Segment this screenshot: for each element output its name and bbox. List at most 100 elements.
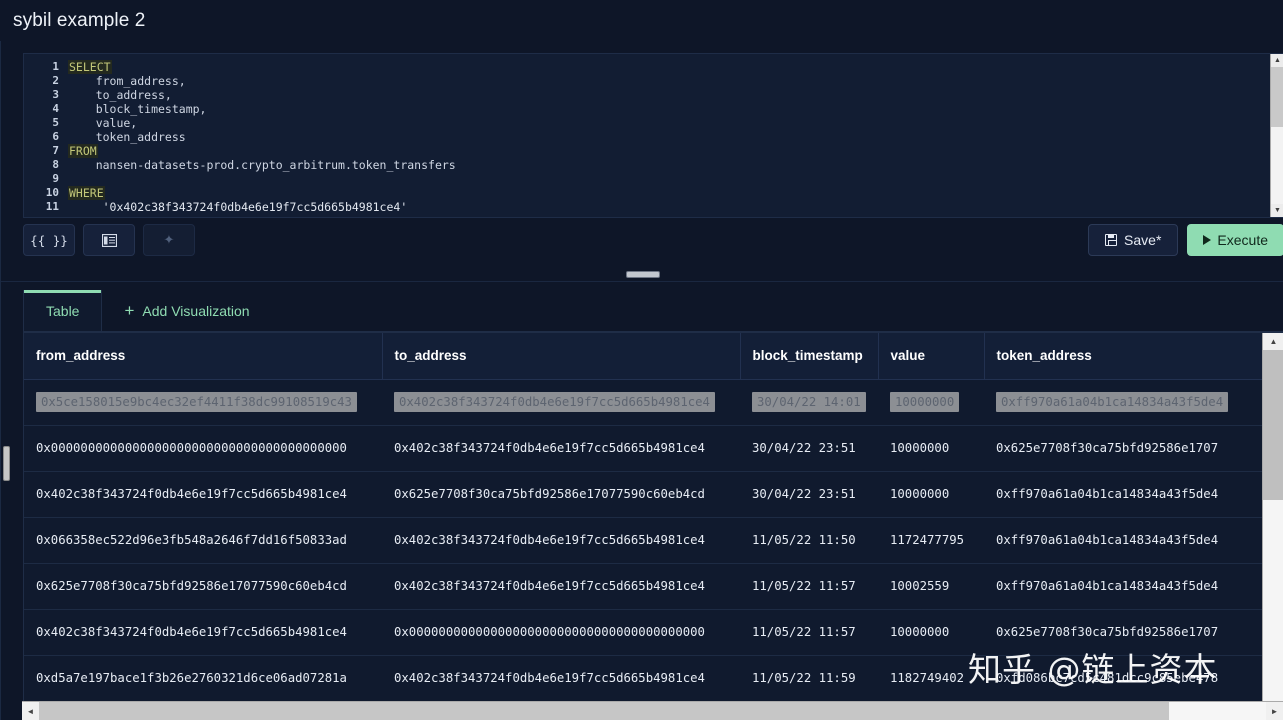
code-line: 2 from_address, [24,74,1283,88]
code-text: value, [68,116,137,130]
results-panel: Table + Add Visualization from_address t… [23,290,1283,720]
editor-scroll-down-arrow[interactable]: ▼ [1271,204,1283,217]
cell-value: 10000000 [878,425,984,471]
table-row[interactable]: 0x625e7708f30ca75bfd92586e17077590c60eb4… [24,563,1264,609]
filter-cell-token-address[interactable]: 0xff970a61a04b1ca14834a43f5de4 [984,379,1264,425]
sql-text: block_timestamp, [68,102,206,116]
panel-resizer[interactable] [1,268,1283,282]
filter-input[interactable]: 0x402c38f343724f0db4e6e19f7cc5d665b4981c… [394,392,715,412]
cell-from-address: 0x00000000000000000000000000000000000000… [24,425,382,471]
results-table-container[interactable]: from_address to_address block_timestamp … [23,332,1283,720]
sql-text: from_address, [68,74,186,88]
sql-keyword: FROM [68,144,98,158]
hscroll-right-arrow[interactable]: ► [1266,702,1283,720]
editor-toolbar: {{ }} ✦ Save* Execute [23,224,1283,258]
editor-scroll-up-arrow[interactable]: ▲ [1271,54,1283,67]
line-number: 8 [24,158,68,172]
code-line: 10WHERE [24,186,1283,200]
cell-value: 10000000 [878,471,984,517]
magic-wand-icon: ✦ [164,232,175,248]
sql-text: nansen-datasets-prod.crypto_arbitrum.tok… [68,158,456,172]
sql-keyword: WHERE [68,186,105,200]
filter-cell-to-address[interactable]: 0x402c38f343724f0db4e6e19f7cc5d665b4981c… [382,379,740,425]
cell-from-address: 0x066358ec522d96e3fb548a2646f7dd16f50833… [24,517,382,563]
cell-value: 1172477795 [878,517,984,563]
resizer-grip[interactable] [626,271,660,278]
variables-label: {{ }} [30,233,68,248]
table-row[interactable]: 0x402c38f343724f0db4e6e19f7cc5d665b4981c… [24,471,1264,517]
line-number: 9 [24,172,68,186]
table-row[interactable]: 0xd5a7e197bace1f3b26e2760321d6ce06ad0728… [24,655,1264,701]
sql-code-area[interactable]: 1SELECT2 from_address,3 to_address,4 blo… [24,54,1283,217]
code-text: WHERE [68,186,105,200]
app-header: sybil example 2 [0,0,1283,41]
filter-input[interactable]: 30/04/22 14:01 [752,392,866,412]
line-number: 4 [24,102,68,116]
code-text: nansen-datasets-prod.crypto_arbitrum.tok… [68,158,456,172]
line-number: 6 [24,130,68,144]
cell-token-address: 0xff970a61a04b1ca14834a43f5de4 [984,563,1264,609]
cell-token-address: 0x625e7708f30ca75bfd92586e1707 [984,425,1264,471]
results-horizontal-scrollbar[interactable]: ◄ ► [22,701,1283,720]
cell-block-timestamp: 30/04/22 23:51 [740,425,878,471]
cell-token-address: 0x625e7708f30ca75bfd92586e1707 [984,609,1264,655]
code-text: from_address, [68,74,186,88]
cell-to-address: 0x402c38f343724f0db4e6e19f7cc5d665b4981c… [382,655,740,701]
execute-button[interactable]: Execute [1187,224,1283,256]
cell-token-address: 0xff970a61a04b1ca14834a43f5de4 [984,471,1264,517]
hscroll-left-arrow[interactable]: ◄ [22,702,39,720]
save-button-label: Save* [1124,232,1161,248]
cell-from-address: 0xd5a7e197bace1f3b26e2760321d6ce06ad0728… [24,655,382,701]
cell-to-address: 0x625e7708f30ca75bfd92586e17077590c60eb4… [382,471,740,517]
filter-cell-block-timestamp[interactable]: 30/04/22 14:01 [740,379,878,425]
table-filter-row[interactable]: 0x5ce158015e9bc4ec32ef4411f38dc99108519c… [24,379,1264,425]
results-scroll-up-arrow[interactable]: ▲ [1263,333,1283,350]
tab-table-label: Table [46,303,79,319]
results-scroll-thumb[interactable] [1263,350,1283,500]
filter-input[interactable]: 0x5ce158015e9bc4ec32ef4411f38dc99108519c… [36,392,357,412]
results-table-head: from_address to_address block_timestamp … [24,333,1264,379]
column-header-to-address[interactable]: to_address [382,333,740,379]
cell-block-timestamp: 30/04/22 23:51 [740,471,878,517]
add-visualization-button[interactable]: + Add Visualization [102,290,267,331]
cell-from-address: 0x625e7708f30ca75bfd92586e17077590c60eb4… [24,563,382,609]
sql-text: value, [68,116,137,130]
sql-text: '0x402c38f343724f0db4e6e19f7cc5d665b4981… [68,200,407,214]
filter-input[interactable]: 0xff970a61a04b1ca14834a43f5de4 [996,392,1228,412]
page-vertical-scroll-thumb[interactable] [3,446,10,481]
sql-editor-panel[interactable]: 1SELECT2 from_address,3 to_address,4 blo… [23,53,1283,218]
filter-cell-from-address[interactable]: 0x5ce158015e9bc4ec32ef4411f38dc99108519c… [24,379,382,425]
plus-icon: + [124,302,134,319]
column-header-block-timestamp[interactable]: block_timestamp [740,333,878,379]
tab-table[interactable]: Table [23,290,102,331]
editor-vertical-scrollbar[interactable]: ▲ ▼ [1270,54,1283,217]
cell-value: 1182749402 [878,655,984,701]
code-line: 5 value, [24,116,1283,130]
add-visualization-label: Add Visualization [142,303,249,319]
code-line: 8 nansen-datasets-prod.crypto_arbitrum.t… [24,158,1283,172]
column-header-value[interactable]: value [878,333,984,379]
results-tabs: Table + Add Visualization [23,290,1283,332]
table-row[interactable]: 0x402c38f343724f0db4e6e19f7cc5d665b4981c… [24,609,1264,655]
code-line: 11 '0x402c38f343724f0db4e6e19f7cc5d665b4… [24,200,1283,214]
results-vertical-scrollbar[interactable]: ▲ ▼ [1262,333,1283,719]
format-sql-button[interactable] [83,224,135,256]
save-button[interactable]: Save* [1088,224,1178,256]
sql-keyword: SELECT [68,60,112,74]
table-row[interactable]: 0x066358ec522d96e3fb548a2646f7dd16f50833… [24,517,1264,563]
column-header-from-address[interactable]: from_address [24,333,382,379]
code-line: 3 to_address, [24,88,1283,102]
filter-cell-value[interactable]: 10000000 [878,379,984,425]
code-line: 1SELECT [24,60,1283,74]
filter-input[interactable]: 10000000 [890,392,959,412]
cell-block-timestamp: 11/05/22 11:57 [740,609,878,655]
cell-to-address: 0x402c38f343724f0db4e6e19f7cc5d665b4981c… [382,517,740,563]
column-header-token-address[interactable]: token_address [984,333,1264,379]
query-variables-button[interactable]: {{ }} [23,224,75,256]
table-row[interactable]: 0x00000000000000000000000000000000000000… [24,425,1264,471]
hscroll-thumb[interactable] [39,702,1169,720]
editor-scroll-thumb[interactable] [1271,67,1283,127]
line-number: 2 [24,74,68,88]
line-number: 10 [24,186,68,200]
magic-wand-button[interactable]: ✦ [143,224,195,256]
